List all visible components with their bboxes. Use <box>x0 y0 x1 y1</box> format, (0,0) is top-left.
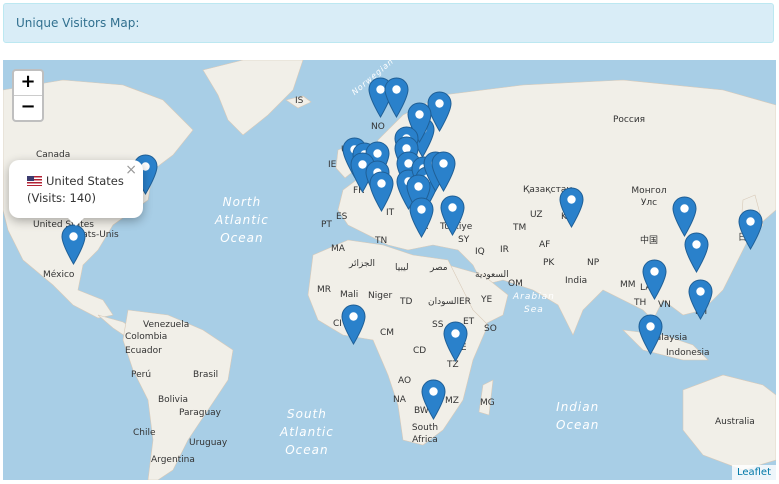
popup-close-button[interactable]: × <box>125 162 137 178</box>
country-label: SO <box>484 324 497 334</box>
country-label: Australia <box>715 417 755 427</box>
visitors-map[interactable]: North Atlantic Ocean South Atlantic Ocea… <box>3 60 776 480</box>
country-label: TD <box>400 297 413 307</box>
visitor-marker[interactable] <box>688 279 713 320</box>
country-label: CM <box>380 328 395 338</box>
country-label: Perú <box>131 370 152 380</box>
visitor-marker[interactable] <box>443 321 468 362</box>
visitor-marker[interactable] <box>369 171 394 212</box>
ocean-label-south-atlantic: South Atlantic Ocean <box>280 407 334 457</box>
country-label: Brasil <box>193 370 219 380</box>
country-label: Chile <box>133 428 156 438</box>
visitor-marker[interactable] <box>409 197 434 238</box>
country-label: India <box>565 276 588 286</box>
country-label: MA <box>331 244 345 254</box>
visitor-marker[interactable] <box>672 196 697 237</box>
visitor-marker[interactable] <box>384 77 409 118</box>
country-popup: × United States (Visits: 140) <box>9 160 143 226</box>
visitor-marker[interactable] <box>341 304 366 345</box>
zoom-in-button[interactable]: + <box>14 71 42 95</box>
country-label: México <box>43 270 75 280</box>
country-label: ES <box>336 212 348 222</box>
country-label: AF <box>539 240 551 250</box>
country-label: Canada <box>36 150 71 160</box>
country-label: Монгол Улс <box>631 186 667 208</box>
country-label: MM <box>620 280 636 290</box>
country-label: مصر <box>430 263 448 273</box>
attribution-link[interactable]: Leaflet <box>731 465 776 480</box>
country-label: OM <box>508 279 523 289</box>
visitor-marker[interactable] <box>638 314 663 355</box>
country-label: South Africa <box>411 423 439 445</box>
country-label: الجزائر <box>349 259 375 269</box>
visitor-marker[interactable] <box>421 379 446 420</box>
country-label: 中国 <box>640 236 659 246</box>
visitor-marker[interactable] <box>559 187 584 228</box>
zoom-out-button[interactable]: − <box>14 95 42 120</box>
country-label: MZ <box>445 396 459 406</box>
country-label: AO <box>398 376 412 386</box>
us-flag-icon <box>27 176 42 186</box>
country-label: TM <box>513 223 527 233</box>
country-label: ER <box>459 297 471 307</box>
visitor-marker[interactable] <box>642 259 667 300</box>
country-label: PT <box>321 220 332 230</box>
country-label: Argentina <box>151 455 195 465</box>
visitor-marker[interactable] <box>440 195 465 236</box>
country-label: Россия <box>613 115 646 125</box>
ocean-label-arabian-sea: Arabian Sea <box>513 292 555 315</box>
country-label: Indonesia <box>666 348 710 358</box>
country-label: SS <box>432 320 444 330</box>
popup-visits: (Visits: 140) <box>27 191 96 205</box>
country-label: MG <box>480 398 495 408</box>
country-label: YE <box>481 295 493 305</box>
country-label: Ecuador <box>125 346 162 356</box>
country-label: CD <box>413 346 427 356</box>
country-label: IR <box>500 245 509 255</box>
country-label: Niger <box>368 291 393 301</box>
zoom-control: + − <box>12 69 44 122</box>
country-label: TN <box>375 236 388 246</box>
ocean-label-indian: Indian Ocean <box>556 400 600 432</box>
country-label: Bolivia <box>158 395 189 405</box>
visitor-marker[interactable] <box>684 232 709 273</box>
popup-tip <box>67 217 85 226</box>
visitor-marker[interactable] <box>61 224 86 265</box>
popup-country: United States <box>46 174 124 188</box>
map-panel-heading: Unique Visitors Map: <box>3 3 774 43</box>
country-label: UZ <box>530 210 543 220</box>
country-label: IS <box>295 96 304 106</box>
country-label: PK <box>543 258 555 268</box>
country-label: السعودية <box>475 270 509 280</box>
country-label: SY <box>458 235 470 245</box>
country-label: Mali <box>340 290 359 300</box>
country-label: السودان <box>428 297 460 307</box>
country-label: Paraguay <box>179 408 222 418</box>
country-label: Uruguay <box>189 438 228 448</box>
country-label: Venezuela <box>143 320 190 330</box>
visitor-marker[interactable] <box>738 209 763 250</box>
country-label: Colombia <box>125 332 168 342</box>
country-label: MR <box>317 285 332 295</box>
country-label: NA <box>393 395 406 405</box>
ocean-label-north-atlantic: North Atlantic Ocean <box>215 195 269 245</box>
country-label: VN <box>658 300 671 310</box>
country-label: ليبيا <box>395 263 409 273</box>
country-label: NO <box>371 122 385 132</box>
country-label: IQ <box>475 247 485 257</box>
country-label: NP <box>587 258 600 268</box>
country-label: IE <box>328 160 337 170</box>
page-title: Unique Visitors Map: <box>16 16 140 30</box>
visitor-marker[interactable] <box>431 151 456 192</box>
